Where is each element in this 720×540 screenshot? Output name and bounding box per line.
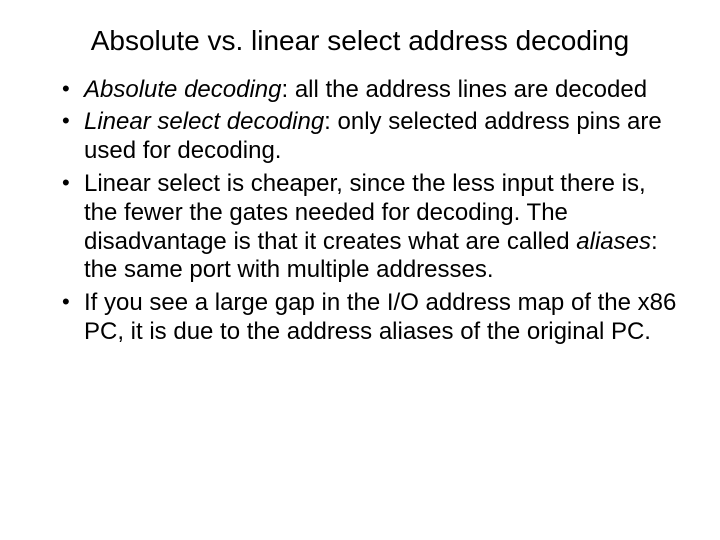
list-item: Linear select is cheaper, since the less… xyxy=(62,170,680,285)
list-item: Absolute decoding: all the address lines… xyxy=(62,76,680,105)
slide: Absolute vs. linear select address decod… xyxy=(0,0,720,540)
slide-title: Absolute vs. linear select address decod… xyxy=(40,24,680,58)
term-aliases: aliases xyxy=(576,228,651,255)
term-absolute-decoding: Absolute decoding xyxy=(84,76,281,103)
bullet-text: Linear select is cheaper, since the less… xyxy=(84,170,646,255)
bullet-list: Absolute decoding: all the address lines… xyxy=(40,76,680,347)
list-item: If you see a large gap in the I/O addres… xyxy=(62,289,680,347)
term-linear-select-decoding: Linear select decoding xyxy=(84,108,324,135)
bullet-text: If you see a large gap in the I/O addres… xyxy=(84,289,676,345)
list-item: Linear select decoding: only selected ad… xyxy=(62,108,680,166)
bullet-text: : all the address lines are decoded xyxy=(281,76,647,103)
